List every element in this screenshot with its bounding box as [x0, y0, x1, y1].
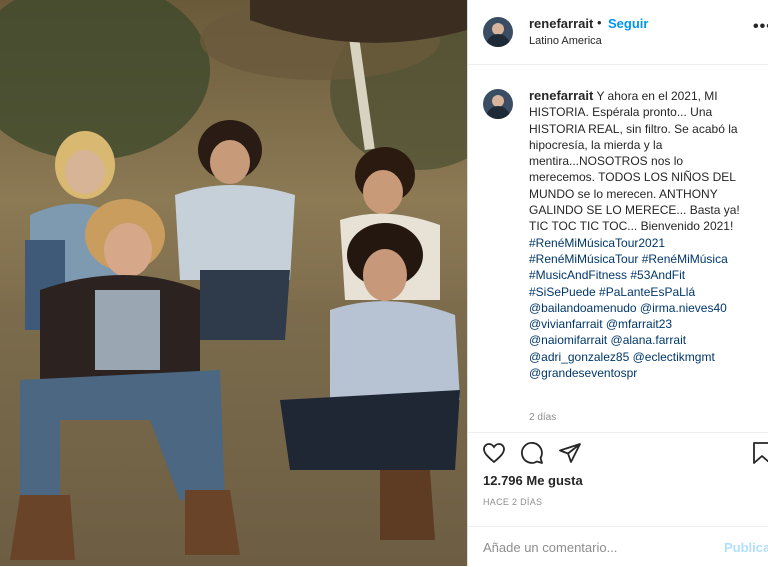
mention-line[interactable]: @naiomifarrait @alana.farrait: [529, 332, 768, 348]
hashtag-line[interactable]: #MusicAndFitness #53AndFit: [529, 267, 768, 283]
likes-count[interactable]: 12.796 Me gusta: [483, 473, 583, 488]
caption-line: hipocresía, la mierda y la: [529, 137, 663, 152]
caption-line: Y ahora en el 2021, MI: [596, 89, 718, 103]
share-icon[interactable]: [558, 441, 582, 470]
bookmark-icon[interactable]: [750, 441, 768, 470]
caption-line: merecemos. TODOS LOS NIÑOS DEL: [529, 170, 736, 185]
avatar[interactable]: [483, 17, 513, 47]
comment-box: Añade un comentario... Publicar: [468, 526, 768, 567]
caption-age: 2 días: [529, 412, 557, 423]
caption-line: HISTORIA. Espérala pronto... Una: [529, 105, 713, 120]
follow-button[interactable]: Seguir: [608, 16, 648, 31]
more-options-icon[interactable]: •••: [753, 18, 768, 36]
post-photo[interactable]: [0, 0, 467, 566]
mention-line[interactable]: @adri_gonzalez85 @eclectikmgmt: [529, 349, 768, 365]
hashtag-line[interactable]: #RenéMiMúsicaTour2021: [529, 235, 768, 251]
location-link[interactable]: Latino America: [529, 35, 602, 47]
action-bar: [468, 432, 768, 473]
post-side-panel: renefarrait • Seguir Latino America ••• …: [467, 0, 768, 566]
caption-username-link[interactable]: renefarrait: [529, 88, 593, 103]
separator-dot: •: [597, 15, 602, 30]
mention-line[interactable]: @vivianfarrait @mfarrait23: [529, 316, 768, 332]
username-link[interactable]: renefarrait: [529, 16, 593, 31]
hashtag-line[interactable]: #RenéMiMúsicaTour #RenéMiMúsica: [529, 251, 768, 267]
caption-section: renefarrait Y ahora en el 2021, MI HISTO…: [468, 64, 768, 432]
caption-line: HISTORIA REAL, sin filtro. Se acabó la: [529, 121, 738, 136]
comment-input[interactable]: Añade un comentario...: [483, 540, 617, 555]
post-photo-illustration: [0, 0, 467, 566]
caption-line: TIC TOC TIC TOC... Bienvenido 2021!: [529, 219, 734, 234]
comment-icon[interactable]: [520, 441, 544, 470]
post-header: renefarrait • Seguir Latino America •••: [468, 0, 768, 65]
caption-text: renefarrait Y ahora en el 2021, MI HISTO…: [529, 88, 768, 381]
caption-line: mentira...NOSOTROS nos lo: [529, 154, 684, 169]
caption-line: MUNDO se lo merecen. ANTHONY: [529, 186, 718, 201]
mention-line[interactable]: @grandeseventospr: [529, 365, 768, 381]
publish-button[interactable]: Publicar: [724, 540, 768, 555]
post-timestamp: HACE 2 DÍAS: [483, 497, 543, 507]
heart-icon[interactable]: [482, 441, 506, 470]
hashtag-line[interactable]: #SiSePuede #PaLanteEsPaLlá: [529, 284, 768, 300]
caption-avatar[interactable]: [483, 89, 513, 119]
caption-line: GALINDO SE LO MERECE... Basta ya!: [529, 203, 740, 218]
mention-line[interactable]: @bailandoamenudo @irma.nieves40: [529, 300, 768, 316]
